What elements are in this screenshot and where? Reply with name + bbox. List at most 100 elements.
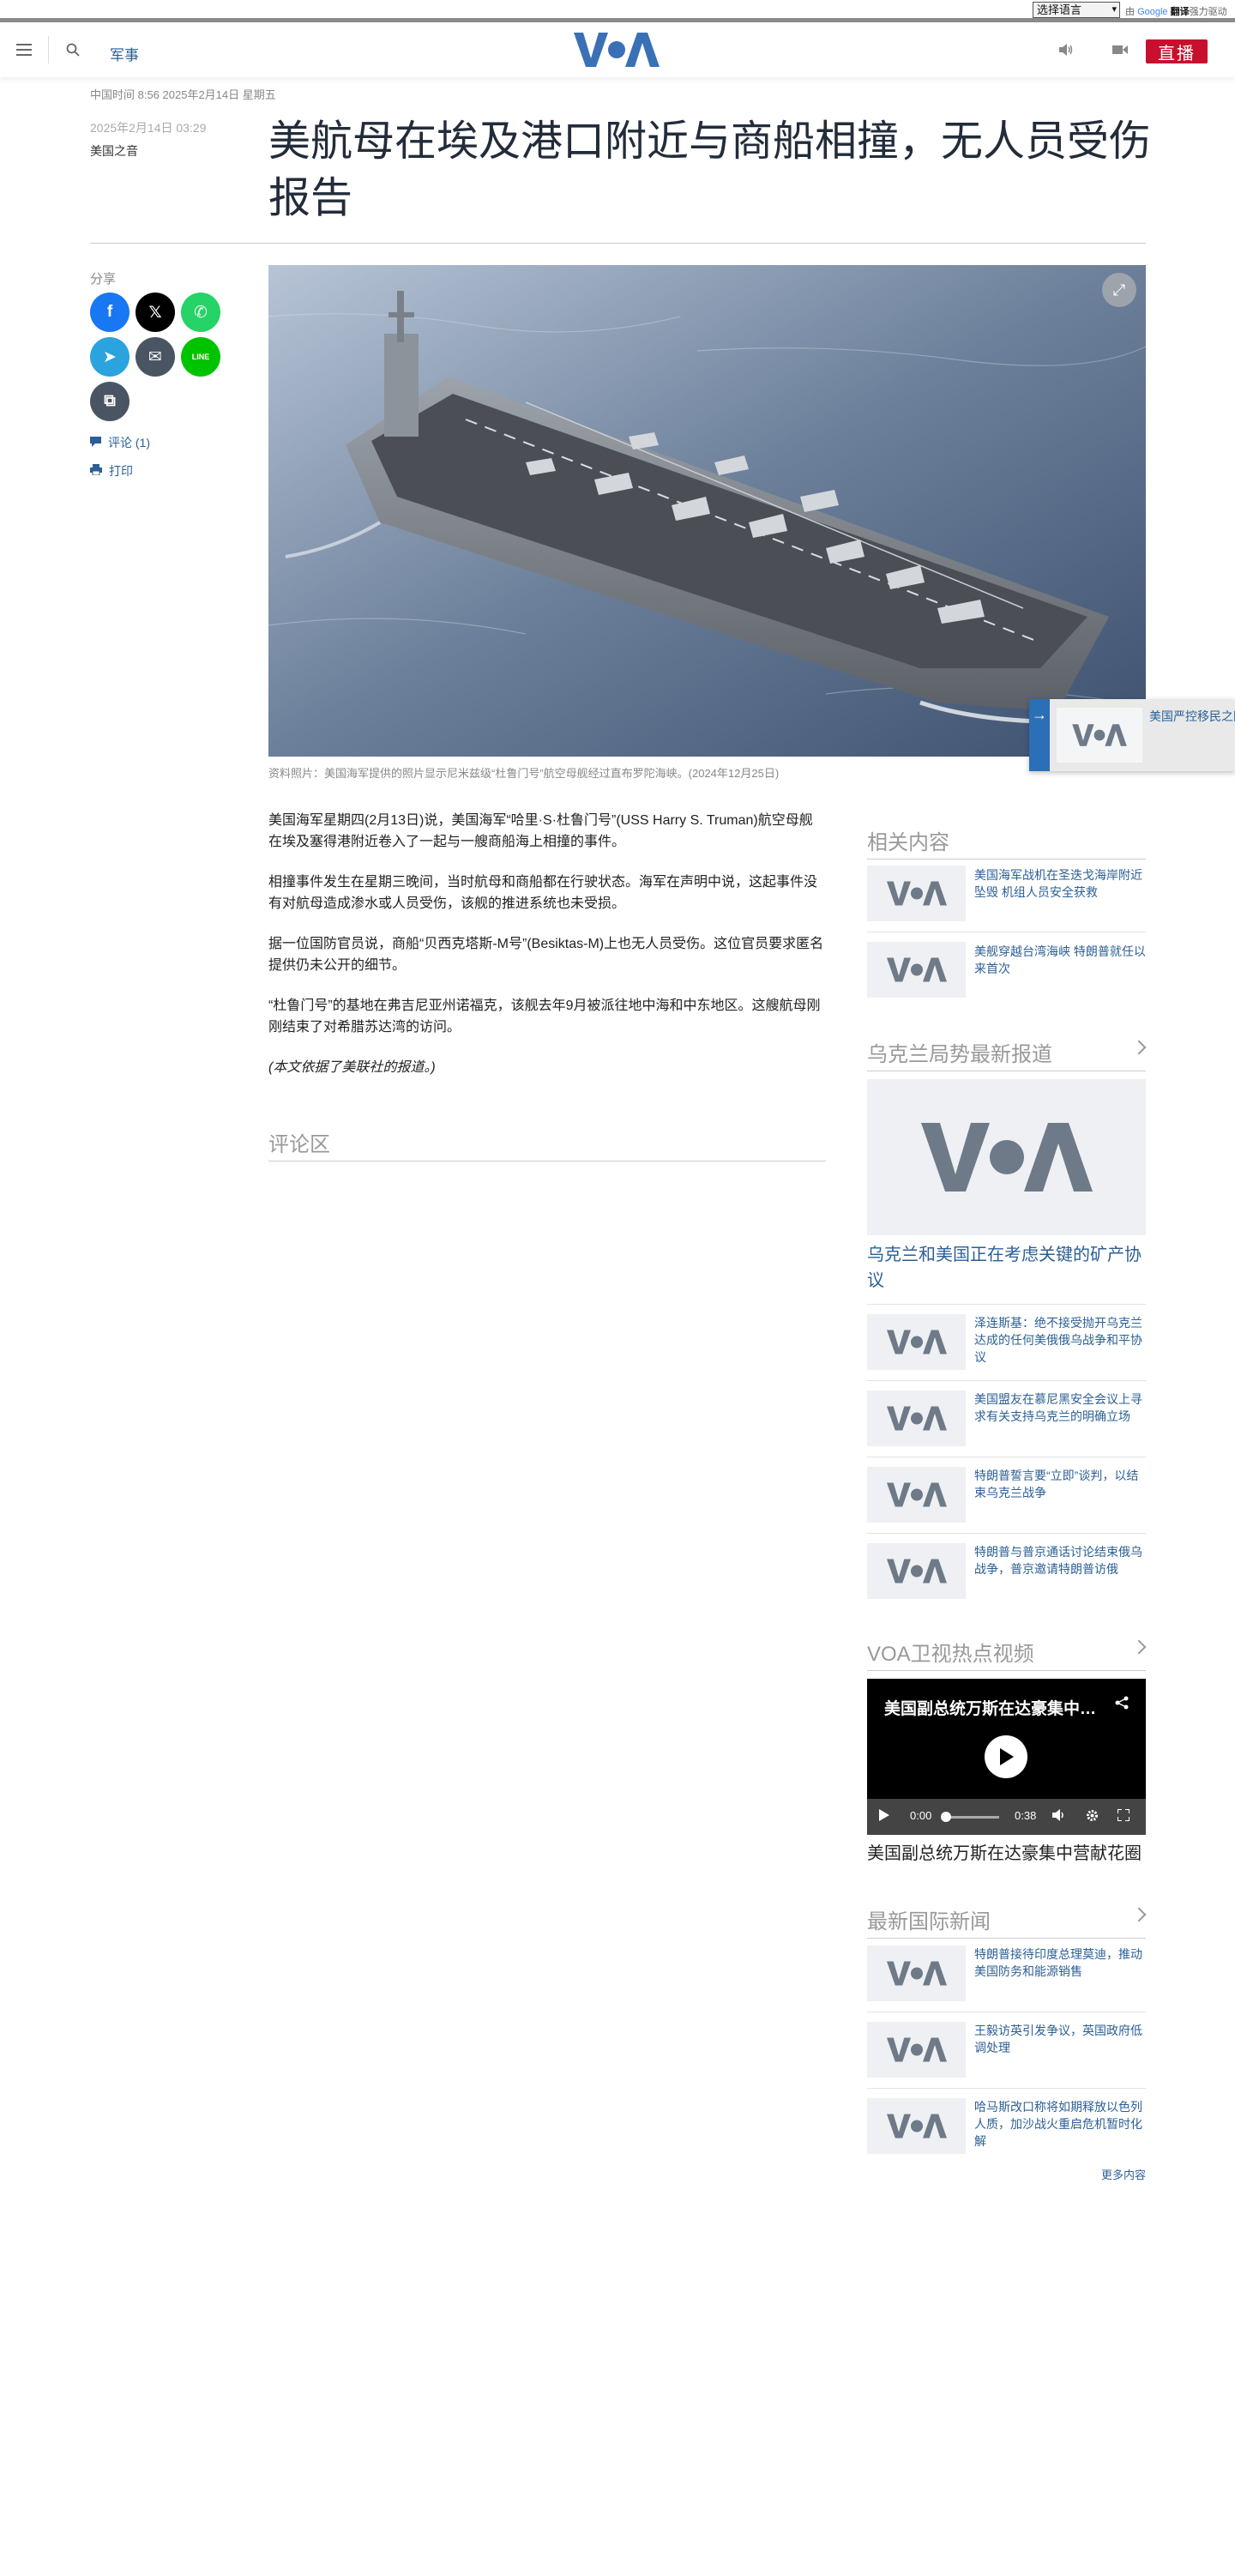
paragraph: 美国海军星期四(2月13日)说，美国海军“哈里·S·杜鲁门号”(USS Harr… bbox=[268, 813, 813, 849]
world-thumb-3[interactable] bbox=[867, 2098, 966, 2154]
arrow-right-icon[interactable]: → bbox=[1029, 699, 1050, 771]
whatsapp-share-button[interactable]: ✆ bbox=[181, 293, 220, 332]
print-link[interactable]: 打印 bbox=[90, 462, 133, 480]
x-share-button[interactable]: 𝕏 bbox=[136, 293, 175, 332]
ukraine-thumb-4[interactable] bbox=[867, 1543, 966, 1599]
related-item-1[interactable]: 美国海军战机在圣迭戈海岸附近坠毁 机组人员安全获救 bbox=[974, 866, 1146, 901]
ukraine-featured-thumb[interactable] bbox=[867, 1079, 1146, 1235]
share-icon[interactable] bbox=[1115, 1696, 1129, 1714]
paragraph: “杜鲁门号”的基地在弗吉尼亚州诺福克，该舰去年9月被派往地中海和中东地区。这艘航… bbox=[268, 998, 821, 1035]
related-heading-label: 相关内容 bbox=[867, 831, 949, 854]
voa-logo-placeholder-icon bbox=[886, 881, 947, 906]
promo-text: 美国严控移民之际……中国移民的行动仍…… bbox=[1149, 709, 1235, 723]
world-thumb-1[interactable] bbox=[867, 1946, 966, 2001]
paragraph: 据一位国防官员说，商船“贝西克塔斯-M号”(Besiktas-M)上也无人员受伤… bbox=[268, 937, 824, 973]
related-heading: 相关内容 bbox=[867, 825, 1146, 860]
ukraine-item-3[interactable]: 特朗普誓言要“立即”谈判，以结束乌克兰战争 bbox=[974, 1467, 1146, 1501]
copy-link-button[interactable]: ⧉ bbox=[90, 382, 130, 421]
translate-bar: 选择语言 由 Google 翻译强力驱动 bbox=[0, 0, 1235, 22]
promo-thumb bbox=[1057, 708, 1142, 763]
voa-logo-placeholder-icon bbox=[886, 1482, 947, 1507]
language-select[interactable]: 选择语言 bbox=[1033, 2, 1120, 18]
item-divider bbox=[867, 1380, 1146, 1381]
powered-prefix: 由 bbox=[1125, 7, 1135, 17]
related-thumb-2[interactable] bbox=[867, 942, 966, 998]
language-select-label: 选择语言 bbox=[1037, 3, 1082, 16]
telegram-share-button[interactable]: ➤ bbox=[90, 337, 130, 377]
email-share-button[interactable]: ✉ bbox=[136, 337, 175, 377]
ukraine-heading[interactable]: 乌克兰局势最新报道 bbox=[867, 1037, 1147, 1071]
time-current: 0:00 bbox=[910, 1809, 932, 1822]
comments-link[interactable]: 评论 (1) bbox=[90, 434, 150, 451]
article-body: 美国海军星期四(2月13日)说，美国海军“哈里·S·杜鲁门号”(USS Harr… bbox=[268, 810, 826, 1097]
print-icon bbox=[90, 464, 102, 478]
video-caption[interactable]: 美国副总统万斯在达豪集中营献花圈 bbox=[867, 1839, 1146, 1864]
ukraine-thumb-3[interactable] bbox=[867, 1467, 966, 1523]
voa-logo[interactable] bbox=[574, 31, 660, 69]
more-news-link[interactable]: 更多内容 bbox=[1101, 2166, 1146, 2182]
image-caption: 资料照片：美国海军提供的照片显示尼米兹级“杜鲁门号”航空母舰经过直布罗陀海峡。(… bbox=[268, 767, 780, 780]
powered-suffix: 强力驱动 bbox=[1189, 7, 1227, 17]
floating-promo[interactable]: → 美国严控移民之际……中国移民的行动仍…… bbox=[1029, 699, 1235, 771]
play-icon[interactable] bbox=[985, 1735, 1027, 1778]
google-translate-credit: 由 Google 翻译强力驱动 bbox=[1125, 4, 1227, 18]
seek-handle[interactable] bbox=[941, 1812, 951, 1822]
ukraine-item-4[interactable]: 特朗普与普京通话讨论结束俄乌战争，普京邀请特朗普访俄 bbox=[974, 1543, 1146, 1578]
world-item-2[interactable]: 王毅访英引发争议，英国政府低调处理 bbox=[974, 2022, 1146, 2056]
search-icon[interactable] bbox=[61, 38, 85, 62]
related-item-2[interactable]: 美舰穿越台湾海峡 特朗普就任以来首次 bbox=[974, 943, 1146, 977]
section-link-military[interactable]: 军事 bbox=[110, 43, 139, 64]
volume-icon[interactable] bbox=[1052, 1809, 1066, 1824]
ukraine-item-2[interactable]: 美国盟友在慕尼黑安全会议上寻求有关支持乌克兰的明确立场 bbox=[974, 1391, 1146, 1425]
world-heading[interactable]: 最新国际新闻 bbox=[867, 1904, 1147, 1939]
world-item-1[interactable]: 特朗普接待印度总理莫迪，推动美国防务和能源销售 bbox=[974, 1946, 1146, 1980]
source-note: (本文依据了美联社的报道。) bbox=[268, 1060, 436, 1075]
world-heading-label: 最新国际新闻 bbox=[867, 1910, 991, 1934]
comment-icon bbox=[90, 436, 101, 449]
settings-gear-icon[interactable] bbox=[1086, 1809, 1099, 1825]
ukraine-thumb-1[interactable] bbox=[867, 1314, 966, 1370]
byline: 美国之音 bbox=[90, 144, 138, 158]
ukraine-heading-label: 乌克兰局势最新报道 bbox=[867, 1043, 1052, 1066]
item-divider bbox=[867, 1533, 1146, 1534]
chevron-right-icon bbox=[1131, 1907, 1147, 1922]
fullscreen-icon[interactable] bbox=[1117, 1808, 1130, 1824]
voa-logo-placeholder-icon bbox=[1072, 724, 1127, 746]
video-player[interactable]: 美国副总统万斯在达豪集中营献花圈 0:00 0:38 bbox=[867, 1679, 1146, 1835]
live-button[interactable]: 直播 bbox=[1146, 39, 1208, 63]
audio-icon[interactable] bbox=[1055, 38, 1079, 62]
time-total: 0:38 bbox=[1015, 1809, 1037, 1822]
site-header: 军事 直播 bbox=[0, 22, 1235, 77]
voa-logo-placeholder-icon bbox=[886, 2114, 947, 2139]
ukraine-thumb-2[interactable] bbox=[867, 1391, 966, 1446]
menu-icon[interactable] bbox=[12, 38, 36, 62]
comments-link-label: 评论 (1) bbox=[108, 436, 150, 449]
print-link-label: 打印 bbox=[109, 464, 133, 478]
related-thumb-1[interactable] bbox=[867, 866, 966, 921]
video-heading[interactable]: VOA卫视热点视频 bbox=[867, 1637, 1147, 1671]
translate-word[interactable]: 翻译 bbox=[1171, 7, 1190, 17]
header-divider bbox=[48, 36, 49, 63]
ukraine-featured-title[interactable]: 乌克兰和美国正在考虑关键的矿产协议 bbox=[867, 1242, 1146, 1294]
item-divider bbox=[867, 1304, 1146, 1305]
line-share-button[interactable]: LINE bbox=[181, 337, 220, 377]
voa-logo-placeholder-icon bbox=[886, 1559, 947, 1584]
voa-logo-placeholder-icon bbox=[886, 2037, 947, 2062]
expand-image-icon[interactable]: ⤢ bbox=[1102, 273, 1136, 307]
video-icon[interactable] bbox=[1108, 38, 1132, 62]
publish-date: 2025年2月14日 03:29 bbox=[90, 121, 207, 135]
article-title: 美航母在埃及港口附近与商船相撞，无人员受伤报告 bbox=[268, 118, 1152, 221]
chevron-right-icon bbox=[1131, 1040, 1147, 1055]
world-thumb-2[interactable] bbox=[867, 2022, 966, 2078]
video-heading-label: VOA卫视热点视频 bbox=[867, 1643, 1034, 1666]
paragraph: 相撞事件发生在星期三晚间，当时航母和商船都在行驶状态。海军在声明中说，这起事件没… bbox=[268, 875, 818, 911]
seek-bar[interactable] bbox=[944, 1816, 999, 1819]
world-item-3[interactable]: 哈马斯改口称将如期释放以色列人质，加沙战火重启危机暂时化解 bbox=[974, 2098, 1146, 2150]
comments-heading: 评论区 bbox=[268, 1127, 826, 1161]
ukraine-item-1[interactable]: 泽连斯基：绝不接受抛开乌克兰达成的任何美俄俄乌战争和平协议 bbox=[974, 1314, 1146, 1366]
video-controls: 0:00 0:38 bbox=[867, 1799, 1146, 1835]
hero-image-aircraft-carrier bbox=[268, 265, 1146, 757]
dateline: 中国时间 8:56 2025年2月14日 星期五 bbox=[90, 88, 276, 101]
play-control-icon[interactable] bbox=[879, 1809, 889, 1824]
facebook-share-button[interactable]: f bbox=[90, 293, 130, 332]
